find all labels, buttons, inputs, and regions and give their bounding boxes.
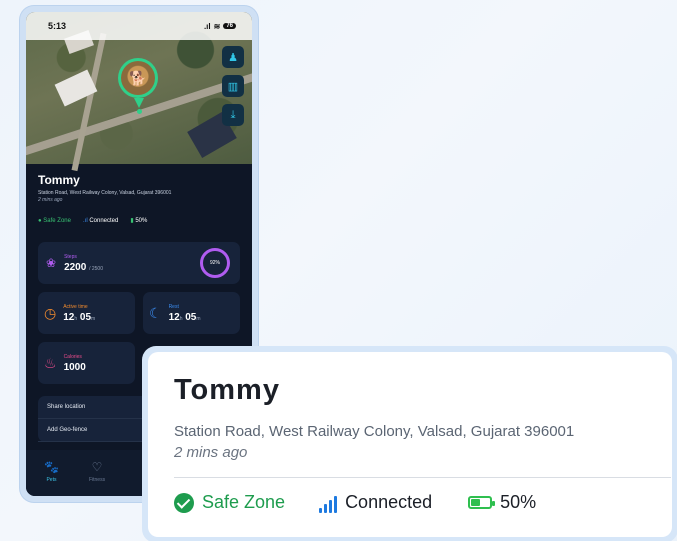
rest-hours: 12 bbox=[168, 311, 180, 323]
steps-goal: / 2500 bbox=[89, 265, 103, 272]
rest-icon: ☾ bbox=[149, 304, 162, 321]
rest-value: 12h 05m bbox=[169, 312, 201, 323]
time-stats-row: ◷ Active time 12h 05m ☾ Rest 12h 05m bbox=[38, 292, 240, 334]
rest-hours-unit: h bbox=[179, 315, 183, 322]
steps-count: 2200 bbox=[64, 261, 87, 273]
map-controls: ♟ ▥ ⤓ bbox=[222, 46, 244, 126]
active-time-card[interactable]: ◷ Active time 12h 05m bbox=[38, 292, 135, 334]
rest-minutes-unit: m bbox=[196, 315, 201, 322]
steps-value: 2200 / 2500 bbox=[64, 262, 103, 273]
pet-detail-card: Tommy Station Road, West Railway Colony,… bbox=[142, 346, 677, 541]
active-minutes: 05 bbox=[79, 311, 92, 323]
calories-value: 1000 bbox=[63, 361, 86, 373]
signal-bar bbox=[319, 507, 323, 513]
signal-bar bbox=[324, 503, 328, 513]
safe-zone-status: Safe Zone bbox=[174, 492, 285, 513]
calories-card[interactable]: ♨ Calories 1000 bbox=[38, 342, 135, 384]
cell-signal-icon: .ıl bbox=[203, 21, 211, 31]
active-hours-unit: h bbox=[74, 315, 78, 322]
nav-item-fitness[interactable]: ♡ Fitness bbox=[89, 460, 105, 496]
battery-label: 50% bbox=[500, 492, 537, 512]
status-bar: 5:13 .ıl ≋ 76 bbox=[26, 12, 252, 40]
divider bbox=[174, 477, 671, 478]
connected-label: Connected bbox=[345, 492, 433, 512]
heart-icon: ♡ bbox=[91, 460, 103, 474]
signal-bars-icon bbox=[319, 493, 338, 513]
signal-bar bbox=[329, 499, 333, 513]
pet-location-pin[interactable]: 🐕 bbox=[118, 58, 158, 98]
nav-fitness-label: Fitness bbox=[88, 477, 106, 483]
check-circle-icon bbox=[174, 492, 194, 513]
pets-icon: 🐾 bbox=[44, 460, 59, 474]
active-minutes-unit: m bbox=[91, 315, 96, 322]
steps-label: Steps bbox=[64, 253, 77, 260]
battery-icon bbox=[468, 496, 496, 509]
pet-address-small: Station Road, West Railway Colony, Valsa… bbox=[38, 190, 172, 196]
steps-progress-ring: 92% bbox=[200, 248, 230, 278]
battery-mini: ▮ 50% bbox=[130, 218, 148, 224]
paw-icon: ❀ bbox=[46, 256, 57, 270]
status-icons: .ıl ≋ 76 bbox=[204, 22, 236, 31]
pet-info-panel: Tommy Station Road, West Railway Colony,… bbox=[26, 164, 252, 233]
pet-name: Tommy bbox=[174, 374, 280, 406]
flame-icon: ♨ bbox=[44, 354, 57, 371]
battery-mini-label: 50% bbox=[135, 218, 148, 224]
active-hours: 12 bbox=[63, 311, 75, 323]
safe-zone-label: Safe Zone bbox=[202, 492, 286, 512]
rest-label: Rest bbox=[168, 303, 179, 310]
connected-mini: .ıl Connected bbox=[82, 217, 119, 224]
pin-dot bbox=[137, 109, 142, 114]
steps-card[interactable]: ❀ Steps 2200 / 2500 92% bbox=[38, 242, 240, 284]
clock-icon: ◷ bbox=[44, 304, 57, 321]
calories-label: Calories bbox=[63, 353, 82, 360]
active-time-value: 12h 05m bbox=[63, 312, 95, 323]
map-road bbox=[71, 32, 107, 172]
steps-percent: 92% bbox=[209, 260, 220, 266]
download-icon[interactable]: ⤓ bbox=[222, 104, 244, 126]
battery-status-icon: 76 bbox=[223, 23, 236, 29]
mini-status-row: ● Safe Zone .ıl Connected ▮ 50% bbox=[38, 217, 240, 225]
columns-icon[interactable]: ▥ bbox=[222, 75, 244, 97]
pet-name-small: Tommy bbox=[38, 173, 80, 187]
safe-zone-mini: ● Safe Zone bbox=[38, 217, 71, 224]
rest-minutes: 05 bbox=[185, 311, 197, 323]
pet-last-seen-small: 2 mins ago bbox=[38, 197, 63, 203]
pet-last-seen: 2 mins ago bbox=[174, 444, 248, 461]
pet-avatar: 🐕 bbox=[121, 61, 155, 95]
signal-bar bbox=[334, 495, 338, 513]
active-time-label: Active time bbox=[63, 303, 88, 310]
safe-zone-mini-label: Safe Zone bbox=[43, 217, 71, 224]
nav-item-pets[interactable]: 🐾 Pets bbox=[44, 460, 59, 496]
battery-fill bbox=[471, 499, 481, 506]
connected-mini-label: Connected bbox=[89, 217, 119, 224]
connection-status: Connected bbox=[319, 492, 432, 513]
status-time: 5:13 bbox=[48, 21, 67, 31]
person-icon[interactable]: ♟ bbox=[222, 46, 244, 68]
pet-address: Station Road, West Railway Colony, Valsa… bbox=[174, 423, 575, 440]
status-row: Safe Zone Connected 50% bbox=[174, 492, 648, 513]
pet-detail-card-body: Tommy Station Road, West Railway Colony,… bbox=[148, 352, 672, 537]
rest-card[interactable]: ☾ Rest 12h 05m bbox=[143, 292, 240, 334]
battery-status: 50% bbox=[468, 492, 536, 513]
wifi-icon: ≋ bbox=[213, 21, 221, 31]
pin-tail bbox=[134, 98, 144, 108]
nav-pets-label: Pets bbox=[46, 477, 57, 483]
